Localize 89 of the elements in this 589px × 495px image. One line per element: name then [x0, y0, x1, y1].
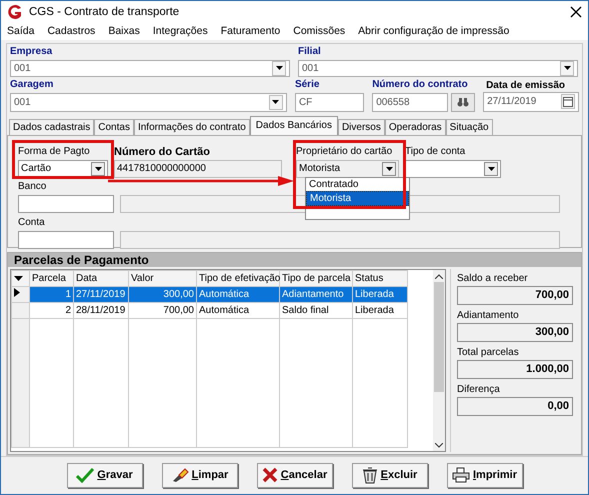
action-button[interactable]: Imprimir [446, 462, 522, 488]
input-field[interactable]: CF [294, 92, 364, 112]
printer-icon [452, 467, 470, 484]
field-label: Tipo de conta [405, 146, 466, 158]
date-field[interactable]: 27/11/2019 [483, 92, 579, 112]
field-label: Total parcelas [457, 346, 519, 359]
column-header[interactable]: Tipo de efetivação [196, 270, 280, 286]
caret-icon[interactable] [14, 276, 23, 281]
window-title: CGS - Contrato de transporte [29, 6, 180, 18]
column-header[interactable]: Tipo de parcela [280, 270, 352, 286]
close-icon [262, 467, 278, 484]
combo-box[interactable]: 001 [10, 92, 287, 112]
action-button[interactable]: Limpar [162, 462, 238, 488]
value-field: 700,00 [457, 286, 573, 305]
field-label: Filial [298, 46, 322, 59]
field-label: Banco [18, 180, 46, 193]
dropdown-option[interactable]: Motorista [306, 190, 409, 206]
checkmark-icon [76, 467, 94, 484]
eraser-icon [170, 467, 189, 484]
input-field[interactable] [120, 230, 560, 249]
table-cell: 1 [30, 286, 74, 302]
tab[interactable]: Informações do contrato [134, 118, 250, 135]
value-field: 0,00 [457, 396, 573, 416]
field-label: Proprietário do cartão [296, 146, 392, 158]
tab[interactable]: Contas [94, 118, 134, 135]
value-field: 1.000,00 [457, 360, 573, 379]
menu-item[interactable]: Cadastros [45, 24, 98, 38]
combo-box[interactable]: 001 [10, 60, 290, 77]
tab[interactable]: Dados Bancários [250, 116, 338, 135]
table-cell: 27/11/2019 [74, 286, 128, 302]
table-cell: Automática [196, 302, 280, 318]
menu-item[interactable]: Comissões [291, 24, 348, 38]
combo-box[interactable]: Cartão [18, 160, 108, 178]
field-label: Empresa [10, 46, 54, 59]
trash-icon [362, 466, 378, 484]
calendar-icon [563, 96, 573, 107]
input-field[interactable]: 4417810000000000 [114, 160, 282, 178]
menu-item[interactable]: Saída [5, 24, 36, 38]
column-header[interactable]: Valor [128, 270, 196, 286]
table-cell: Liberada [352, 302, 408, 318]
table-cell: Saldo final [280, 302, 352, 318]
combo-box[interactable]: Motorista [296, 160, 399, 178]
table-cell: 700,00 [128, 302, 196, 318]
scrollbar[interactable] [433, 270, 445, 451]
field-label: Adiantamento [457, 310, 519, 322]
input-field[interactable]: 006558 [372, 92, 448, 112]
column-header[interactable]: Parcela [30, 270, 74, 286]
tab[interactable]: Operadoras [384, 118, 446, 135]
value-field: 300,00 [457, 322, 573, 342]
tab[interactable]: Diversos [338, 118, 385, 135]
table-cell: Adiantamento [280, 286, 352, 302]
scroll-down-icon[interactable] [435, 442, 443, 448]
tab[interactable]: Dados cadastrais [9, 118, 94, 135]
field-label: Saldo a receber [457, 272, 528, 285]
app-logo-icon [7, 4, 23, 20]
close-icon[interactable] [570, 6, 582, 18]
tab[interactable]: Situação [446, 118, 493, 135]
column-header[interactable]: Data [74, 270, 128, 286]
menu-item[interactable]: Integrações [150, 24, 210, 38]
field-label: Diferença [457, 384, 500, 396]
table-cell: 300,00 [128, 286, 196, 302]
field-label: Data de emissão [485, 78, 566, 92]
menu-item[interactable]: Faturamento [218, 24, 282, 38]
field-label: Número do Cartão [114, 146, 210, 158]
table-cell: Liberada [352, 286, 408, 302]
action-button[interactable]: Gravar [66, 462, 142, 488]
table-cell: 28/11/2019 [74, 302, 128, 318]
action-button[interactable]: Cancelar [256, 462, 332, 488]
combo-box[interactable]: 001 [298, 60, 578, 77]
table-cell: Automática [196, 286, 280, 302]
section-title: Parcelas de Pagamento [8, 252, 581, 267]
search-button[interactable] [451, 92, 476, 112]
table-cell: 2 [30, 302, 74, 318]
dropdown-option[interactable]: Contratado [306, 178, 409, 191]
field-label: Garagem [10, 78, 54, 92]
field-label: Conta [18, 216, 45, 229]
input-field[interactable] [18, 230, 114, 249]
column-header[interactable]: Status [352, 270, 408, 286]
field-label: Número do contrato [372, 78, 469, 92]
row-pointer-icon [14, 288, 20, 298]
menu-item[interactable]: Baixas [106, 24, 142, 38]
action-button[interactable]: Excluir [352, 462, 428, 488]
field-label: Série [294, 78, 320, 92]
input-field[interactable] [18, 194, 114, 213]
menu-item[interactable]: Abrir configuração de impressão [356, 24, 512, 38]
binoculars-icon [457, 97, 470, 108]
field-label: Forma de Pagto [18, 146, 90, 158]
scroll-up-icon[interactable] [435, 274, 443, 279]
combo-box[interactable] [405, 160, 501, 178]
